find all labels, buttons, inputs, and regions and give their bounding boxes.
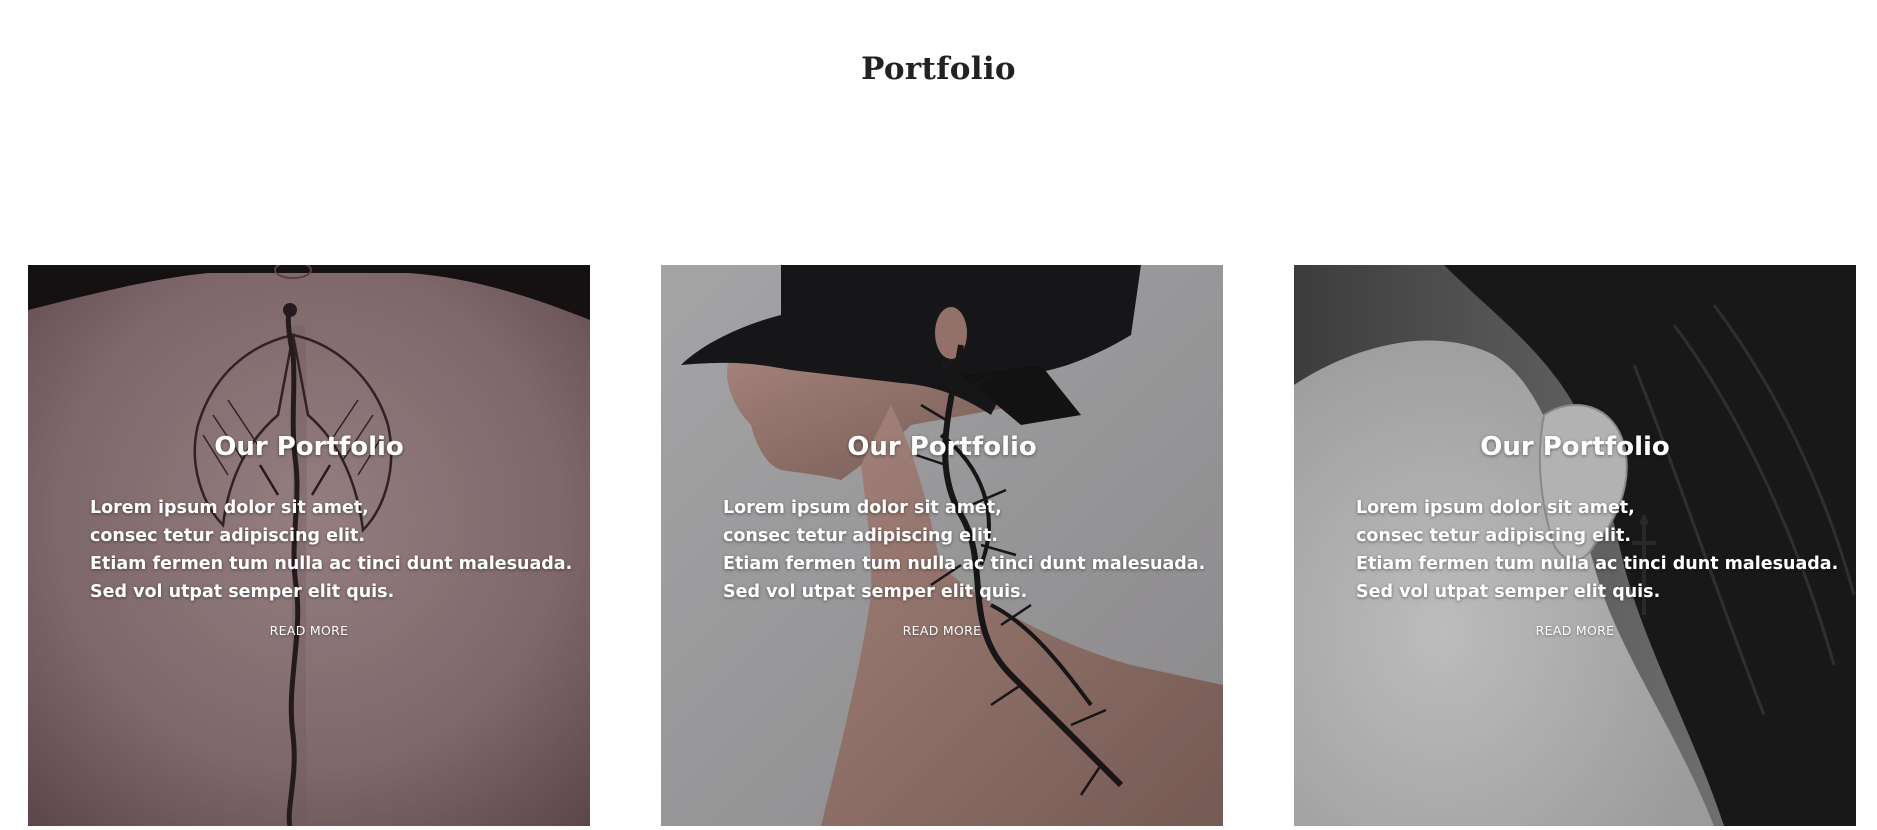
card-description-line: Lorem ipsum dolor sit amet, [723, 498, 1002, 518]
card-description-line: consec tetur adipiscing elit. [1356, 526, 1631, 546]
card-description: Lorem ipsum dolor sit amet, consec tetur… [723, 494, 1206, 606]
card-description-line: consec tetur adipiscing elit. [723, 526, 998, 546]
card-description-line: Sed vol utpat semper elit quis. [1356, 582, 1661, 602]
read-more-link[interactable]: READ MORE [661, 623, 1223, 638]
card-heading: Our Portfolio [847, 432, 1037, 462]
portfolio-card-1[interactable]: Our Portfolio Lorem ipsum dolor sit amet… [28, 265, 590, 826]
read-more-link[interactable]: READ MORE [1294, 623, 1856, 638]
card-heading: Our Portfolio [1480, 432, 1670, 462]
portfolio-card-3[interactable]: Our Portfolio Lorem ipsum dolor sit amet… [1294, 265, 1856, 826]
card-description-line: Lorem ipsum dolor sit amet, [1356, 498, 1635, 518]
portfolio-card-2[interactable]: Our Portfolio Lorem ipsum dolor sit amet… [661, 265, 1223, 826]
read-more-link[interactable]: READ MORE [28, 623, 590, 638]
card-description: Lorem ipsum dolor sit amet, consec tetur… [1356, 494, 1839, 606]
card-description-line: Lorem ipsum dolor sit amet, [90, 498, 369, 518]
card-heading: Our Portfolio [214, 432, 404, 462]
card-description: Lorem ipsum dolor sit amet, consec tetur… [90, 494, 573, 606]
card-description-line: Etiam fermen tum nulla ac tinci dunt mal… [90, 554, 573, 574]
card-description-line: Sed vol utpat semper elit quis. [90, 582, 395, 602]
card-description-line: Etiam fermen tum nulla ac tinci dunt mal… [1356, 554, 1839, 574]
card-description-line: Sed vol utpat semper elit quis. [723, 582, 1028, 602]
page-title: Portfolio [861, 50, 1016, 87]
card-description-line: Etiam fermen tum nulla ac tinci dunt mal… [723, 554, 1206, 574]
card-description-line: consec tetur adipiscing elit. [90, 526, 365, 546]
